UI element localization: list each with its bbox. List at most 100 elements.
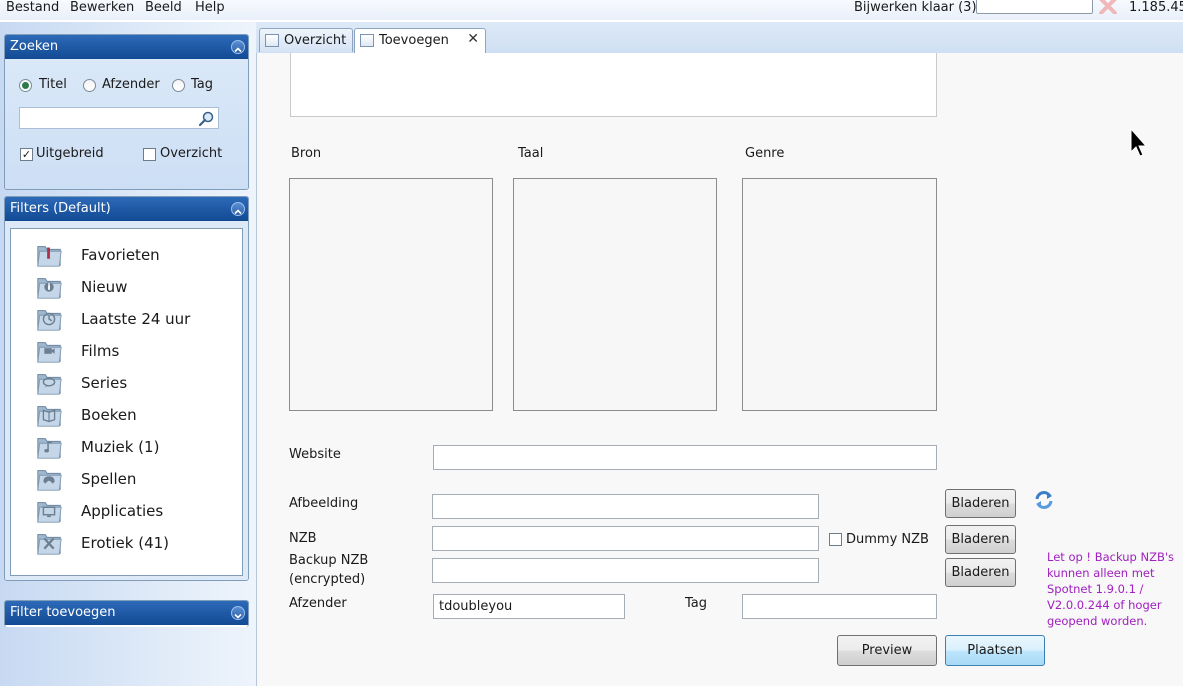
filters-panel-header[interactable]: Filters (Default) [5,197,248,221]
genre-label: Genre [745,146,785,161]
search-panel-body: Titel Afzender Tag ✓ Uitgebreid Overzich… [5,59,248,189]
gamepad-icon [37,470,62,491]
filter-item-label: Spellen [81,470,137,488]
bron-list[interactable] [289,178,493,411]
tab-toevoegen-label: Toevoegen [379,33,449,48]
filter-item[interactable]: Applicaties [31,497,231,529]
sidebar: Zoeken Titel Afzender Tag ✓ Uitgebreid O… [0,22,256,686]
tag-label: Tag [685,596,708,611]
radio-tag-label[interactable]: Tag [191,77,213,92]
afbeelding-label: Afbeelding [289,496,359,511]
nzb-browse-button[interactable]: Bladeren [945,525,1016,554]
afzender-input[interactable]: tdoubleyou [433,594,625,619]
music-note-icon [37,438,62,459]
radio-titel-label[interactable]: Titel [39,77,67,92]
cancel-icon[interactable] [1098,0,1118,14]
taal-label: Taal [518,146,544,161]
post-form: Bron Taal Genre Website Afbeelding Blade… [256,53,1183,686]
chevron-down-icon[interactable] [231,606,245,620]
genre-list[interactable] [742,178,937,411]
website-input[interactable] [433,445,937,470]
connection-count: 1.185.452 [1129,0,1183,15]
filters-panel-title: Filters (Default) [10,201,111,216]
menu-bestand[interactable]: Bestand [6,0,59,15]
add-filter-header[interactable]: Filter toevoegen [5,601,248,625]
taal-list[interactable] [513,178,717,411]
mouse-cursor-icon [1130,128,1148,157]
tab-overzicht[interactable]: Overzicht [259,28,353,52]
filter-item-label: Favorieten [81,246,160,264]
overzicht-checkbox[interactable] [143,148,156,161]
afbeelding-browse-button[interactable]: Bladeren [945,489,1016,518]
close-icon[interactable]: ✕ [467,32,479,47]
bron-label: Bron [291,146,322,161]
book-icon [37,406,62,427]
monitor-icon [37,502,62,523]
filter-item[interactable]: Laatste 24 uur [31,305,231,337]
clock-icon [37,310,62,331]
nzb-label: NZB [289,531,317,546]
plaatsen-button[interactable]: Plaatsen [945,635,1045,666]
backup-nzb-label: Backup NZB [289,553,369,568]
filter-item-label: Films [81,342,120,360]
menu-help[interactable]: Help [195,0,225,15]
search-panel: Zoeken Titel Afzender Tag ✓ Uitgebreid O… [4,34,249,190]
chevron-up-icon[interactable] [231,202,245,216]
x-icon [37,534,62,555]
tab-toevoegen[interactable]: Toevoegen ✕ [354,28,486,53]
camera-icon [37,342,62,363]
menu-beeld[interactable]: Beeld [145,0,182,15]
filter-item[interactable]: Erotiek (41) [31,529,231,561]
filter-item[interactable]: Favorieten [31,241,231,273]
search-panel-header[interactable]: Zoeken [5,35,248,59]
info-icon [37,278,62,299]
dummy-nzb-label[interactable]: Dummy NZB [846,532,929,548]
filter-item-label: Muziek (1) [81,438,160,456]
backup-encrypted-label: (encrypted) [289,572,366,587]
radio-afzender[interactable] [83,79,96,92]
chevron-up-icon[interactable] [231,40,245,54]
backup-browse-button[interactable]: Bladeren [945,558,1016,587]
add-filter-panel: Filter toevoegen [4,600,249,627]
nzb-input[interactable] [432,526,819,551]
tab-overzicht-label: Overzicht [284,33,347,48]
filter-item[interactable]: Spellen [31,465,231,497]
filter-item[interactable]: Films [31,337,231,369]
overzicht-label[interactable]: Overzicht [160,146,222,161]
tab-strip: Overzicht Toevoegen ✕ [256,22,1183,53]
backup-warning-text: Let op ! Backup NZB's kunnen alleen met … [1047,550,1175,628]
update-progress-bar [976,0,1093,14]
filter-item[interactable]: Muziek (1) [31,433,231,465]
refresh-icon[interactable] [1033,489,1055,511]
radio-titel[interactable] [19,79,32,92]
afbeelding-input[interactable] [432,494,819,519]
add-filter-title: Filter toevoegen [10,605,116,620]
filter-item-label: Nieuw [81,278,128,296]
update-status: Bijwerken klaar (3) [854,0,977,15]
website-label: Website [289,447,341,462]
description-textarea[interactable] [290,53,937,117]
backup-nzb-input[interactable] [432,558,819,583]
filter-item-label: Applicaties [81,502,164,520]
radio-tag[interactable] [172,79,185,92]
filter-item[interactable]: Series [31,369,231,401]
filter-item[interactable]: Nieuw [31,273,231,305]
tag-input[interactable] [742,594,937,619]
filter-item-label: Boeken [81,406,137,424]
uitgebreid-checkbox[interactable]: ✓ [20,148,33,161]
bookmark-icon [37,246,62,267]
filter-item[interactable]: Boeken [31,401,231,433]
filters-panel-body: Favorieten Nieuw Laatste 24 uur Films Series… [5,221,248,580]
radio-afzender-label[interactable]: Afzender [102,77,160,92]
filter-item-label: Laatste 24 uur [81,310,191,328]
filter-list: Favorieten Nieuw Laatste 24 uur Films Series… [10,228,243,576]
search-panel-title: Zoeken [10,39,59,54]
dummy-nzb-checkbox[interactable] [829,533,842,546]
uitgebreid-label[interactable]: Uitgebreid [36,146,104,161]
preview-button[interactable]: Preview [837,635,937,666]
grid-icon [265,34,279,47]
filters-panel: Filters (Default) Favorieten Nieuw Laatste… [4,196,249,581]
search-input[interactable] [19,107,219,129]
search-icon[interactable] [198,110,215,127]
menu-bewerken[interactable]: Bewerken [70,0,134,15]
